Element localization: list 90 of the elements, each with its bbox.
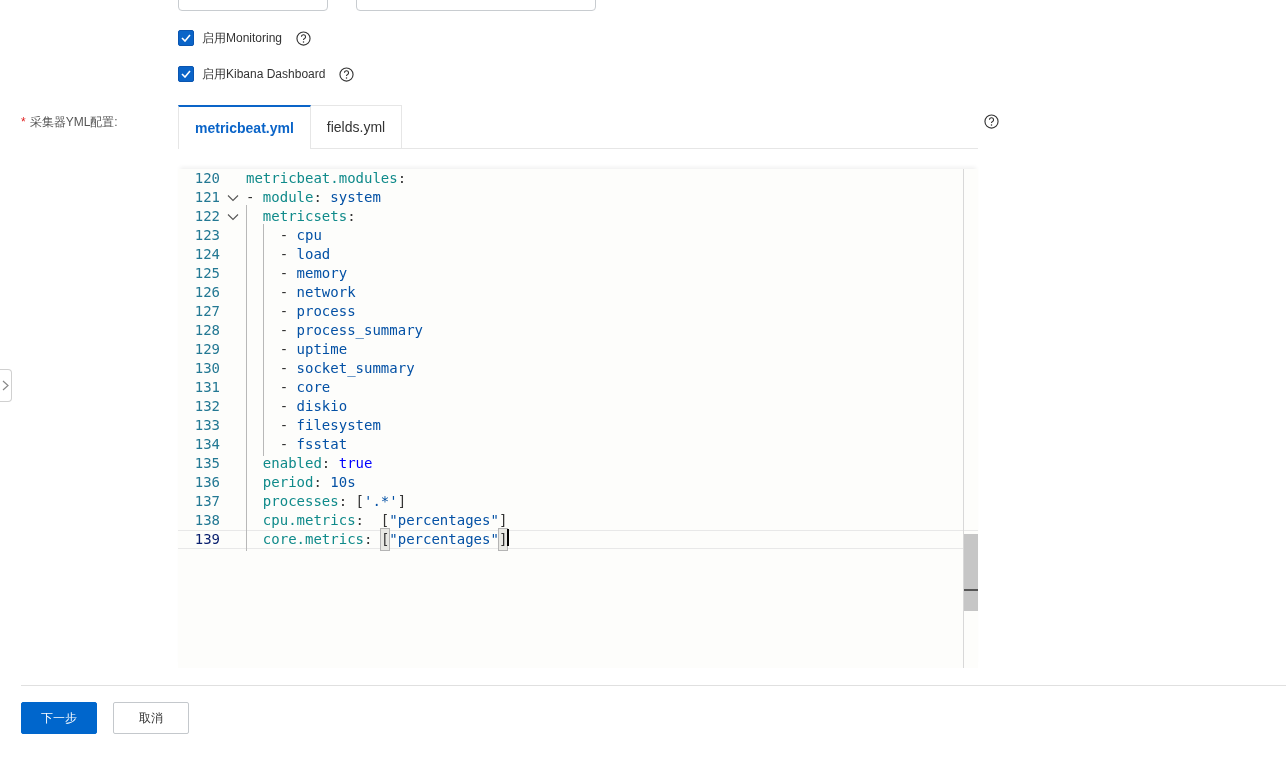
line-number: 131 xyxy=(193,378,220,397)
code-token: : xyxy=(313,473,323,492)
code-token: 10s xyxy=(330,473,356,492)
line-number: 124 xyxy=(193,245,220,264)
checkbox[interactable] xyxy=(178,30,194,46)
line-number: 129 xyxy=(193,340,220,359)
code-token: diskio xyxy=(296,397,348,416)
help-icon[interactable] xyxy=(339,66,355,82)
code-token: memory xyxy=(296,264,348,283)
line-number: 121 xyxy=(193,188,220,207)
code-token: : xyxy=(364,530,374,549)
checkbox-label: 启用Kibana Dashboard xyxy=(202,66,326,83)
code-token: ] xyxy=(397,492,407,511)
line-number: 130 xyxy=(193,359,220,378)
code-token: period xyxy=(261,473,314,492)
code-token: metricbeat.modules xyxy=(246,169,398,188)
code-token: - xyxy=(278,340,290,359)
code-token: - xyxy=(278,435,290,454)
code-token: - xyxy=(278,416,290,435)
config-label: 采集器YML配置: xyxy=(29,114,118,131)
code-token: uptime xyxy=(296,340,348,359)
code-token: "percentages" xyxy=(389,511,499,530)
tab[interactable]: fields.yml xyxy=(310,105,403,148)
code-token: - xyxy=(278,302,290,321)
next-button[interactable]: 下一步 xyxy=(21,702,97,734)
line-number: 127 xyxy=(193,302,220,321)
code-token: : xyxy=(347,207,356,226)
code-token: process xyxy=(296,302,356,321)
code-token: process_summary xyxy=(296,321,423,341)
code-token: fsstat xyxy=(296,435,348,454)
code-token: - xyxy=(278,321,290,340)
code-token: true xyxy=(338,454,373,473)
line-number: 120 xyxy=(193,169,220,188)
code-token: : xyxy=(321,454,332,473)
code-token: : xyxy=(313,188,323,207)
code-token: core xyxy=(296,378,331,397)
code-token: - xyxy=(278,283,290,302)
fold-icon[interactable] xyxy=(227,193,239,202)
code-token: load xyxy=(296,245,331,264)
code-token: cpu.metrics xyxy=(261,511,356,530)
check-icon xyxy=(181,34,191,42)
code-token: [ xyxy=(380,529,390,550)
code-token: : [ xyxy=(355,511,390,530)
line-number: 123 xyxy=(193,226,220,245)
line-number: 138 xyxy=(193,511,220,530)
line-number: 126 xyxy=(193,283,220,302)
line-number: 125 xyxy=(193,264,220,283)
code-token: ] xyxy=(498,511,508,530)
code-token: network xyxy=(296,283,356,302)
line-number: 136 xyxy=(193,473,220,492)
code-token: : [ xyxy=(338,492,364,511)
code-token: : xyxy=(397,169,407,188)
code-token: - xyxy=(278,245,290,264)
code-token: enabled xyxy=(261,454,322,473)
code-token: "percentages" xyxy=(389,530,499,549)
code-token: metricsets xyxy=(261,207,348,226)
code-token: socket_summary xyxy=(296,359,415,379)
checkbox[interactable] xyxy=(178,66,194,82)
code-token: cpu xyxy=(296,226,322,245)
line-number: 133 xyxy=(193,416,220,435)
code-token: - xyxy=(246,188,256,207)
code-token: '.*' xyxy=(364,492,398,511)
expand-handle[interactable] xyxy=(0,369,12,402)
code-token: - xyxy=(278,226,290,245)
check-icon xyxy=(181,70,191,78)
code-token: module xyxy=(262,188,314,207)
tab[interactable]: metricbeat.yml xyxy=(178,105,311,149)
fold-icon[interactable] xyxy=(227,212,239,221)
code-token: processes xyxy=(261,492,339,511)
code-token: - xyxy=(278,378,290,397)
line-number: 137 xyxy=(193,492,220,511)
help-icon[interactable] xyxy=(984,114,999,129)
code-token: - xyxy=(278,359,290,378)
line-number: 139 xyxy=(193,530,220,549)
code-token: - xyxy=(278,264,290,283)
code-token: filesystem xyxy=(296,416,381,435)
line-number: 132 xyxy=(193,397,220,416)
scrollbar-thumb[interactable] xyxy=(964,534,978,611)
code-token: ] xyxy=(498,529,508,550)
line-number: 134 xyxy=(193,435,220,454)
help-icon[interactable] xyxy=(296,30,312,46)
line-number: 122 xyxy=(193,207,220,226)
required-mark: * xyxy=(21,114,26,131)
checkbox-label: 启用Monitoring xyxy=(202,30,283,47)
code-token: system xyxy=(330,188,381,207)
cancel-button[interactable]: 取消 xyxy=(113,702,189,734)
line-number: 128 xyxy=(193,321,220,340)
code-token: - xyxy=(278,397,290,416)
line-number: 135 xyxy=(193,454,220,473)
code-token: core.metrics xyxy=(261,530,364,549)
